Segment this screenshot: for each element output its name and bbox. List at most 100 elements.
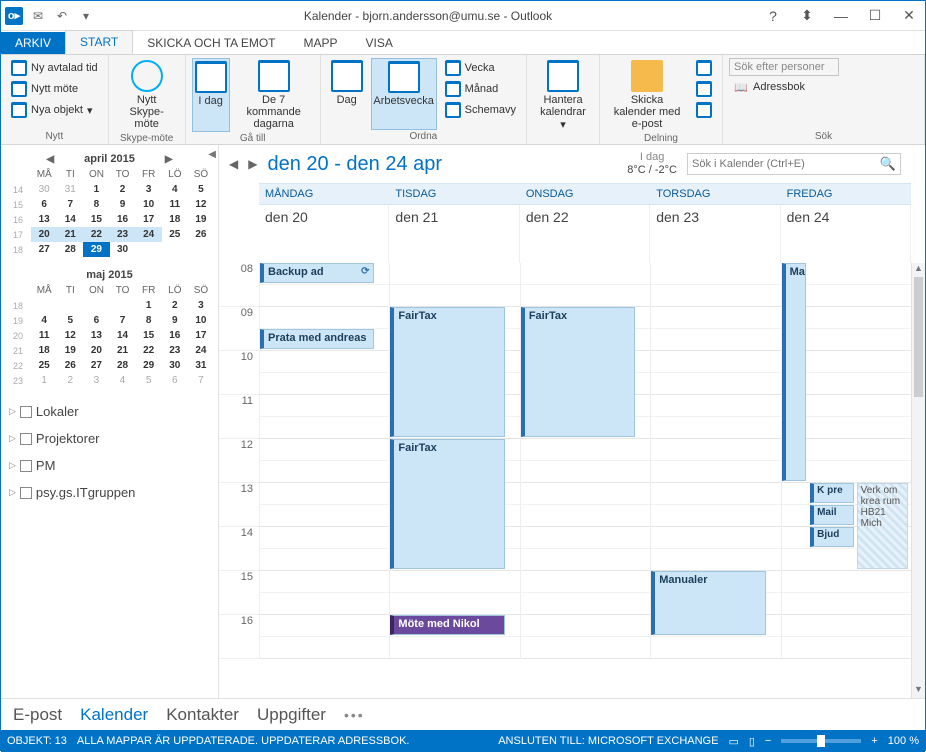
minical-day[interactable]: 6 [31, 197, 57, 212]
minical-day[interactable]: 24 [136, 227, 162, 242]
nav-contacts[interactable]: Kontakter [166, 705, 239, 725]
share-opt1-button[interactable] [692, 58, 716, 78]
nav-more[interactable]: ••• [344, 707, 365, 723]
appointment[interactable]: Manualer [651, 571, 765, 635]
minimize-button[interactable]: — [829, 7, 853, 25]
minical-day[interactable]: 2 [57, 373, 83, 388]
nav-calendar[interactable]: Kalender [80, 705, 148, 725]
minical-day[interactable]: 1 [136, 298, 162, 313]
minical-day[interactable]: 11 [31, 328, 57, 343]
new-meeting-button[interactable]: Nytt möte [7, 79, 102, 99]
minical-day[interactable]: 20 [83, 343, 109, 358]
date-header[interactable]: den 20 [259, 205, 389, 263]
minical-day[interactable]: 14 [57, 212, 83, 227]
minical-day[interactable]: 5 [57, 313, 83, 328]
day-column[interactable]: Backup ad⟳Prata med andreas [259, 263, 389, 659]
minical-day[interactable]: 1 [31, 373, 57, 388]
date-header[interactable]: den 21 [389, 205, 519, 263]
minical-day[interactable]: 19 [57, 343, 83, 358]
minical-day[interactable]: 31 [188, 358, 214, 373]
minical-day[interactable]: 12 [57, 328, 83, 343]
minical-day[interactable]: 29 [83, 242, 109, 257]
tab-view[interactable]: VISA [352, 32, 407, 54]
maximize-button[interactable]: ☐ [863, 7, 887, 25]
search-people-input[interactable]: Sök efter personer [729, 58, 839, 76]
minical-day[interactable]: 16 [162, 328, 188, 343]
appointment[interactable]: Backup ad⟳ [260, 263, 374, 283]
minical-day[interactable]: 24 [188, 343, 214, 358]
minical-day[interactable]: 31 [57, 182, 83, 197]
day-column[interactable]: FairTaxFairTaxMöte med Nikol [389, 263, 519, 659]
sidebar-collapse[interactable]: ◀ [208, 149, 216, 160]
checkbox[interactable] [20, 433, 32, 445]
search-icon[interactable]: 🔍 [880, 156, 896, 172]
status-view-normal[interactable]: ▭ [728, 735, 738, 748]
minical-day[interactable]: 14 [110, 328, 136, 343]
minical-day[interactable]: 7 [57, 197, 83, 212]
manage-calendars-button[interactable]: Hantera kalendrar ▾ [533, 58, 593, 133]
minical-day[interactable]: 28 [57, 242, 83, 257]
minical-day[interactable] [83, 298, 109, 313]
minical-day[interactable]: 28 [110, 358, 136, 373]
minical-day[interactable]: 25 [31, 358, 57, 373]
minical-day[interactable]: 7 [188, 373, 214, 388]
tab-send-receive[interactable]: SKICKA OCH TA EMOT [133, 32, 289, 54]
minical-day[interactable]: 13 [31, 212, 57, 227]
minical-day[interactable]: 9 [162, 313, 188, 328]
calendar-scrollbar[interactable]: ▲ ▼ [911, 263, 925, 698]
minical-day[interactable]: 9 [110, 197, 136, 212]
minical-day[interactable]: 30 [110, 242, 136, 257]
minical-day[interactable]: 16 [110, 212, 136, 227]
day-column[interactable]: ManK preMailBjudVerk om krea rum HB21 Mi… [781, 263, 911, 659]
appointment[interactable]: Man [782, 263, 806, 481]
new-items-button[interactable]: Nya objekt ▾ [7, 100, 102, 120]
date-header[interactable]: den 23 [650, 205, 780, 263]
help-button[interactable]: ? [761, 7, 785, 25]
calendar-search-input[interactable] [692, 158, 880, 170]
nav-mail[interactable]: E-post [13, 705, 62, 725]
minical-day[interactable] [162, 242, 188, 257]
minical-day[interactable]: 20 [31, 227, 57, 242]
minical-day[interactable]: 19 [188, 212, 214, 227]
tab-folder[interactable]: MAPP [290, 32, 352, 54]
minical-day[interactable]: 25 [162, 227, 188, 242]
minical-day[interactable]: 26 [188, 227, 214, 242]
qa-undo-icon[interactable]: ↶ [53, 7, 71, 25]
week-view-button[interactable]: Vecka [441, 58, 520, 78]
minical-day[interactable]: 12 [188, 197, 214, 212]
minical-day[interactable]: 4 [110, 373, 136, 388]
cal-prev[interactable]: ◀ [229, 157, 238, 171]
minical-day[interactable]: 2 [162, 298, 188, 313]
minical-day[interactable]: 22 [136, 343, 162, 358]
day-view-button[interactable]: Dag [327, 58, 367, 130]
minical-day[interactable]: 27 [31, 242, 57, 257]
minical-day[interactable] [57, 298, 83, 313]
minical-day[interactable]: 30 [162, 358, 188, 373]
qa-send-receive-icon[interactable]: ✉ [29, 7, 47, 25]
tab-file[interactable]: ARKIV [1, 32, 65, 54]
appointment[interactable]: K pre [810, 483, 854, 503]
minical-day[interactable]: 8 [136, 313, 162, 328]
scroll-thumb[interactable] [914, 277, 923, 397]
date-header[interactable]: den 22 [520, 205, 650, 263]
minical-day[interactable]: 4 [162, 182, 188, 197]
minical-day[interactable]: 10 [188, 313, 214, 328]
share-opt2-button[interactable] [692, 79, 716, 99]
day-column[interactable]: Manualer [650, 263, 780, 659]
minical-day[interactable]: 15 [136, 328, 162, 343]
minical-day[interactable]: 3 [136, 182, 162, 197]
minical-day[interactable]: 6 [83, 313, 109, 328]
sidebar-group[interactable]: ▷PM [5, 452, 214, 479]
zoom-slider[interactable] [781, 739, 861, 743]
today-button[interactable]: I dag [192, 58, 230, 132]
qa-customize-icon[interactable]: ▾ [77, 7, 95, 25]
appointment[interactable]: FairTax [521, 307, 635, 437]
appointment[interactable]: FairTax [390, 439, 504, 569]
tab-start[interactable]: START [65, 30, 133, 54]
minical-day[interactable] [136, 242, 162, 257]
minical-prev[interactable]: ◀ [46, 154, 54, 165]
minical-day[interactable] [31, 298, 57, 313]
sidebar-group[interactable]: ▷Lokaler [5, 398, 214, 425]
minical-day[interactable]: 11 [162, 197, 188, 212]
workweek-view-button[interactable]: Arbetsvecka [371, 58, 437, 130]
